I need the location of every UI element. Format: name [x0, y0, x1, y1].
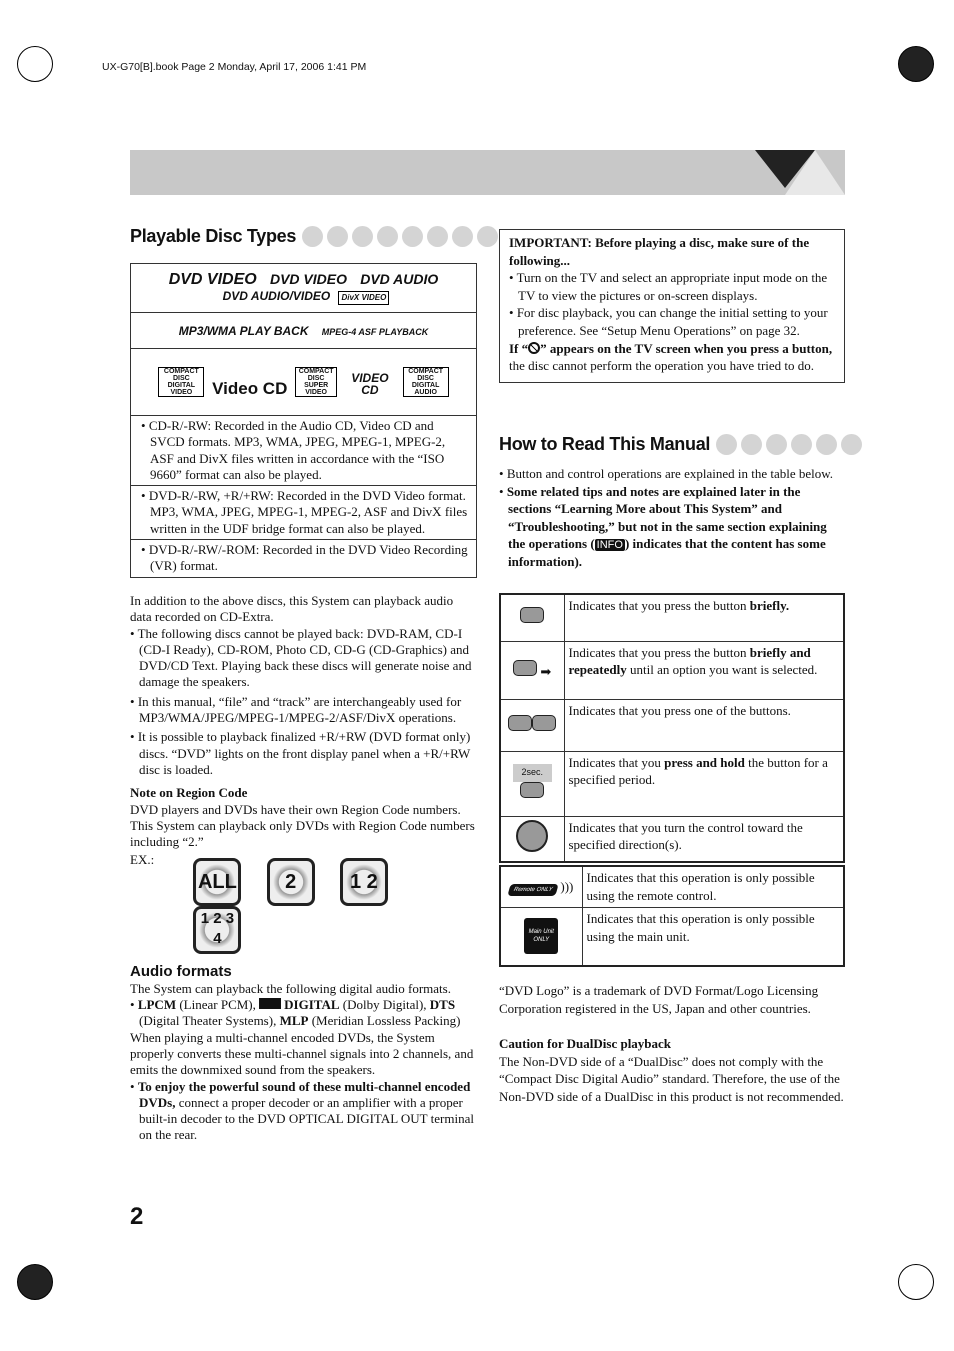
- cd-super-video-logo: COMPACT DISC SUPER VIDEO: [295, 367, 338, 397]
- remote-only-icon: Remote ONLY: [507, 884, 559, 896]
- crop-mark: [17, 1264, 53, 1300]
- mp3-wma-logo: MP3/WMA PLAY BACK: [178, 323, 309, 338]
- operations-table: Indicates that you press the button brie…: [499, 593, 845, 863]
- audio-intro: The System can playback the following di…: [130, 980, 451, 996]
- video-cd-disc-logo: VIDEO CD: [351, 371, 389, 397]
- dvd-audio-video-logo: DVD AUDIO/VIDEO: [222, 288, 331, 303]
- divx-logo: DivX VIDEO: [338, 290, 390, 305]
- info-badge: INFO: [594, 539, 625, 552]
- cd-digital-audio-logo: COMPACT DISC DIGITAL AUDIO: [402, 367, 449, 397]
- left-body: In addition to the above discs, this Sys…: [130, 593, 476, 1144]
- how-to-read-heading: How to Read This Manual: [499, 434, 863, 455]
- crop-mark: [898, 46, 934, 82]
- table-row: Indicates that you press one of the butt…: [499, 698, 845, 752]
- disc-types-table: DVD VIDEO DVD VIDEO DVD AUDIO DVD AUDIO/…: [130, 263, 477, 578]
- crop-mark: [898, 1264, 934, 1300]
- page-number: 2: [130, 1203, 144, 1230]
- dolby-icon: [259, 998, 282, 1010]
- disc-note: DVD-R/-RW/-ROM: Recorded in the DVD Vide…: [148, 542, 468, 574]
- region-icon-1-2: 1 2: [339, 858, 388, 907]
- crop-mark: [17, 46, 53, 82]
- dvd-video-logo: DVD VIDEO: [269, 270, 347, 287]
- main-unit-only-icon: Main Unit ONLY: [524, 918, 559, 955]
- region-icon-2: 2: [266, 858, 315, 907]
- table-row: Main Unit ONLY Indicates that this operat…: [499, 907, 845, 966]
- prohibited-note: If “” appears on the TV screen when you …: [509, 340, 833, 374]
- turn-control-icon: [516, 820, 549, 853]
- caution-text: The Non-DVD side of a “DualDisc” does no…: [499, 1053, 844, 1104]
- dvd-audio-logo: DVD AUDIO: [360, 270, 439, 287]
- audio-format-list: • LPCM (Linear PCM), DIGITAL (Dolby Digi…: [130, 997, 461, 1029]
- ex-label: EX.:: [130, 852, 155, 868]
- bullet: • Button and control operations are expl…: [499, 466, 834, 481]
- table-row: ➡ Indicates that you press the button bri…: [499, 640, 845, 700]
- disc-note: CD-R/-RW: Recorded in the Audio CD, Vide…: [148, 418, 446, 482]
- print-header-info: UX-G70[B].book Page 2 Monday, April 17, …: [102, 61, 367, 73]
- corner-triangle-icon: [755, 150, 845, 195]
- press-and-hold-icon: [520, 782, 545, 798]
- trademark-note: “DVD Logo” is a trademark of DVD Format/…: [499, 983, 819, 1016]
- bullet: • For disc playback, you can change the …: [509, 305, 828, 338]
- caution-heading: Caution for DualDisc playback: [499, 1036, 672, 1052]
- cd-extra-text: In addition to the above discs, this Sys…: [130, 593, 454, 625]
- multichannel-text: When playing a multi-channel encoded DVD…: [130, 1029, 474, 1078]
- table-row: Remote ONLY ))) Indicates that this opera…: [499, 865, 845, 908]
- table-row: Indicates that you turn the control towa…: [499, 815, 845, 863]
- bullet: • It is possible to playback finalized +…: [130, 729, 471, 777]
- press-one-of-buttons-icon: [508, 714, 533, 731]
- important-box: IMPORTANT: Before playing a disc, make s…: [499, 229, 845, 383]
- audio-formats-heading: Audio formats: [130, 963, 232, 981]
- bullet: • To enjoy the powerful sound of these m…: [130, 1078, 474, 1143]
- prohibited-icon: [528, 341, 541, 354]
- hold-2sec-label: 2sec.: [513, 764, 552, 782]
- dvd-video-logo: DVD VIDEO: [168, 270, 257, 288]
- press-button-icon: [520, 607, 545, 624]
- table-row: Indicates that you press the button brie…: [499, 593, 845, 642]
- how-to-read-body: • Button and control operations are expl…: [499, 465, 839, 571]
- bullet: • Turn on the TV and select an appropria…: [509, 270, 828, 303]
- bullet: • In this manual, “file” and “track” are…: [130, 693, 462, 726]
- disc-note: DVD-R/-RW, +R/+RW: Recorded in the DVD V…: [148, 488, 468, 536]
- video-cd-logo: Video CD: [212, 379, 288, 398]
- section-header-bar: [130, 150, 845, 195]
- remote-mainunit-table: Remote ONLY ))) Indicates that this opera…: [499, 865, 845, 967]
- region-code-text: DVD players and DVDs have their own Regi…: [130, 801, 475, 850]
- region-icon-1-2-3-4: 1 2 3 4: [193, 906, 242, 955]
- playable-disc-types-heading: Playable Disc Types: [130, 226, 499, 247]
- region-code-heading: Note on Region Code: [130, 785, 248, 801]
- region-icon-all: ALL: [193, 858, 242, 907]
- table-row: 2sec. Indicates that you press and hold t…: [499, 750, 845, 817]
- cd-digital-video-logo: COMPACT DISC DIGITAL VIDEO: [158, 367, 205, 397]
- important-title: IMPORTANT: Before playing a disc, make s…: [509, 235, 810, 268]
- press-repeatedly-icon: [513, 659, 538, 676]
- bullet: • The following discs cannot be played b…: [130, 625, 472, 690]
- bullet: • Some related tips and notes are explai…: [499, 483, 827, 569]
- right-footer-text: “DVD Logo” is a trademark of DVD Format/…: [499, 982, 845, 1106]
- mpeg4-logo: MPEG-4 ASF PLAYBACK: [321, 326, 429, 337]
